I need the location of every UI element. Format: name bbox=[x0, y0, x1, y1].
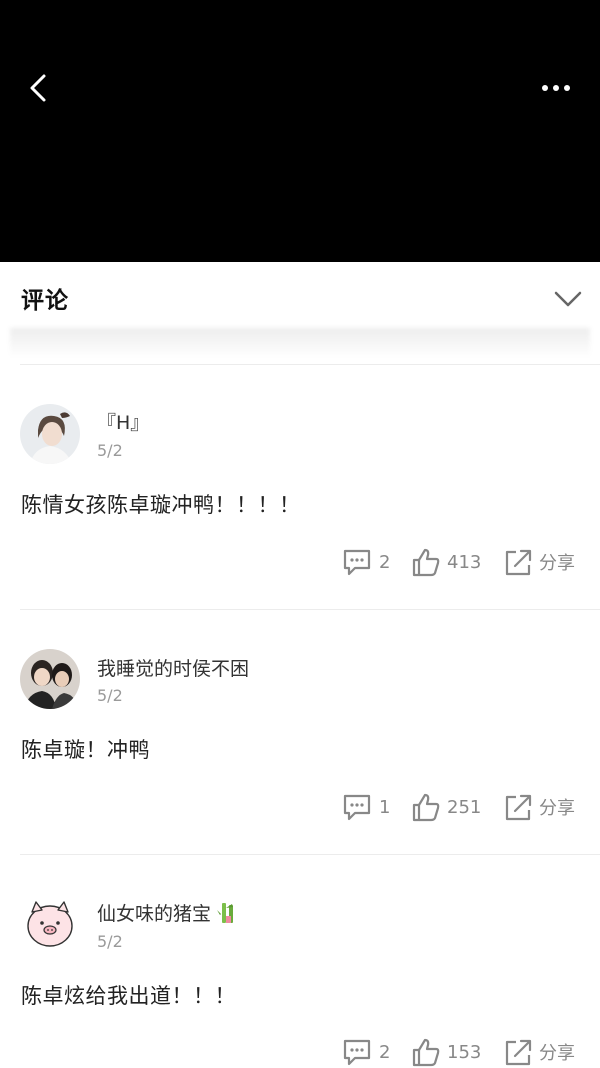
thumbs-up-icon bbox=[412, 1038, 440, 1067]
comment-bubble-icon bbox=[343, 549, 371, 576]
share-arrow-icon bbox=[505, 549, 532, 576]
chevron-down-icon bbox=[554, 291, 582, 307]
share-button[interactable]: 分享 bbox=[503, 1036, 575, 1068]
comment-bubble-icon bbox=[343, 794, 371, 821]
reply-count: 2 bbox=[379, 551, 391, 573]
share-label: 分享 bbox=[539, 798, 575, 819]
share-arrow-icon bbox=[505, 794, 532, 821]
divider bbox=[20, 854, 600, 855]
share-button[interactable]: 分享 bbox=[503, 546, 575, 578]
reply-count: 2 bbox=[379, 1041, 391, 1063]
share-arrow-icon bbox=[505, 1039, 532, 1066]
comment-date: 5/2 bbox=[97, 932, 123, 951]
like-button[interactable]: 153 bbox=[411, 1036, 481, 1068]
comment-username[interactable]: 仙女味的猪宝 bbox=[97, 899, 239, 926]
comments-header bbox=[0, 262, 600, 334]
bamboo-emoji-icon bbox=[217, 903, 234, 923]
thumbs-up-icon bbox=[412, 548, 440, 577]
user-avatar-image bbox=[20, 404, 80, 464]
reply-button[interactable]: 2 bbox=[341, 1036, 390, 1068]
divider bbox=[20, 364, 600, 365]
like-count: 251 bbox=[447, 796, 482, 818]
reply-button[interactable]: 1 bbox=[341, 791, 390, 823]
comment-text: 陈情女孩陈卓璇冲鸭！！！！ bbox=[21, 493, 301, 517]
comment-date: 5/2 bbox=[97, 686, 123, 705]
comment-username[interactable]: 『H』 bbox=[97, 408, 149, 435]
comments-title: 评论 bbox=[21, 288, 69, 314]
like-button[interactable]: 413 bbox=[411, 546, 481, 578]
more-options-button[interactable] bbox=[534, 72, 578, 104]
pig-avatar-image bbox=[20, 894, 80, 954]
header-shadow bbox=[10, 328, 590, 358]
reply-count: 1 bbox=[379, 796, 391, 818]
comment-text: 陈卓璇！冲鸭 bbox=[21, 738, 150, 762]
like-count: 153 bbox=[447, 1041, 482, 1063]
like-count: 413 bbox=[447, 551, 482, 573]
share-label: 分享 bbox=[539, 1043, 575, 1064]
collapse-comments-button[interactable] bbox=[552, 286, 584, 312]
avatar[interactable] bbox=[20, 894, 80, 954]
back-button[interactable] bbox=[22, 68, 58, 108]
avatar[interactable] bbox=[20, 404, 80, 464]
share-button[interactable]: 分享 bbox=[503, 791, 575, 823]
comment-bubble-icon bbox=[343, 1039, 371, 1066]
user-avatar-image bbox=[20, 649, 80, 709]
top-media-area bbox=[0, 0, 600, 262]
divider bbox=[20, 609, 600, 610]
like-button[interactable]: 251 bbox=[411, 791, 481, 823]
avatar[interactable] bbox=[20, 649, 80, 709]
chevron-left-icon bbox=[30, 74, 46, 102]
thumbs-up-icon bbox=[412, 793, 440, 822]
comment-text: 陈卓炫给我出道！！！ bbox=[21, 984, 236, 1008]
comment-date: 5/2 bbox=[97, 441, 123, 460]
comment-username-text: 仙女味的猪宝 bbox=[97, 903, 212, 925]
share-label: 分享 bbox=[539, 553, 575, 574]
more-horizontal-icon bbox=[542, 85, 570, 91]
comment-username[interactable]: 我睡觉的时侯不困 bbox=[97, 654, 249, 681]
reply-button[interactable]: 2 bbox=[341, 546, 390, 578]
